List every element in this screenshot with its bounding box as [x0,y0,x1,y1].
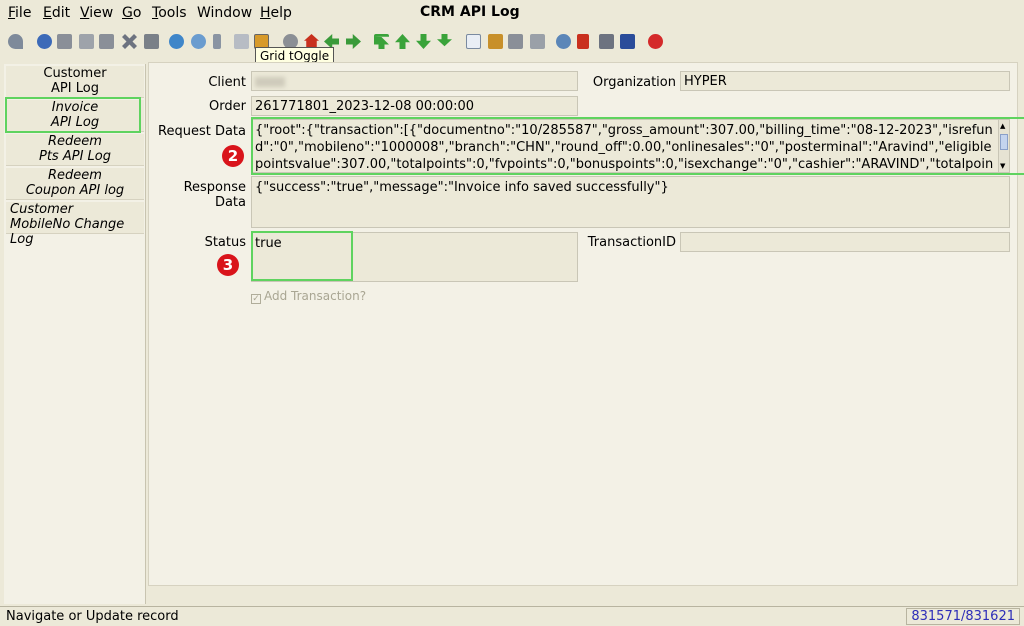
workflow-icon[interactable] [577,34,589,49]
organization-field[interactable]: HYPER [680,71,1010,91]
copy-record-icon[interactable] [79,34,94,49]
print-icon[interactable] [530,34,545,49]
response-data-textarea[interactable]: {"success":"true","message":"Invoice inf… [251,176,1010,228]
report-icon[interactable] [466,34,481,49]
archive-icon[interactable] [488,34,503,49]
menu-edit[interactable]: Edit [43,5,70,21]
client-value-redacted [255,77,285,87]
close-icon[interactable] [648,34,663,49]
nav-redeem-pts-api-log[interactable]: Redeem Pts API Log [6,134,144,166]
product-icon[interactable] [599,34,614,49]
help-icon[interactable] [37,34,52,49]
first-record-icon[interactable] [374,34,389,49]
menu-file[interactable]: File [8,5,31,21]
client-label: Client [208,75,246,90]
delete-selection-icon[interactable] [122,34,137,49]
left-navigation: Customer API Log Invoice API Log Redeem … [4,64,146,604]
record-count: 831571/831621 [906,608,1020,625]
nav-label: API Log [51,81,99,96]
nav-customer-mobileno-change-log[interactable]: Customer MobileNo Change Log [6,202,144,247]
nav-label: Redeem [48,168,102,183]
menu-view[interactable]: View [80,5,113,21]
transaction-id-label: TransactionID [587,235,676,250]
transaction-id-field[interactable] [680,232,1010,252]
status-message: Navigate or Update record [6,609,179,624]
chat-icon[interactable] [234,34,249,49]
nav-redeem-coupon-api-log[interactable]: Redeem Coupon API log [6,168,144,200]
menu-help[interactable]: Help [260,5,292,21]
status-bar: Navigate or Update record 831571/831621 [0,606,1024,626]
save-icon[interactable] [144,34,159,49]
menu-go[interactable]: Go [122,5,141,21]
highlight-box-status [251,231,353,281]
status-label: Status [204,235,246,250]
nav-label: Pts API Log [39,149,111,164]
attachment-icon[interactable] [213,34,221,49]
last-record-icon[interactable] [437,34,452,47]
response-data-label: Response Data [183,180,246,210]
organization-label: Organization [592,75,676,90]
annotation-badge-2: 2 [222,145,244,167]
find-icon[interactable] [191,34,206,49]
window-title: CRM API Log [420,4,520,20]
menubar: File Edit View Go Tools Window Help CRM … [0,0,1024,26]
menu-window[interactable]: Window [197,5,252,21]
print-preview-icon[interactable] [508,34,523,49]
request-data-label: Request Data [158,124,246,139]
annotation-badge-3: 3 [217,254,239,276]
add-transaction-checkbox[interactable]: ✓ Add Transaction? [251,289,366,304]
order-field[interactable]: 261771801_2023-12-08 00:00:00 [251,96,578,116]
menu-tools[interactable]: Tools [152,5,187,21]
next-record-icon[interactable] [416,34,431,49]
zoom-icon[interactable] [556,34,571,49]
order-label: Order [209,99,246,114]
save-as-icon[interactable] [620,34,635,49]
checkbox-check-icon: ✓ [251,294,261,304]
previous-record-icon[interactable] [395,34,410,49]
undo-icon[interactable] [8,34,23,49]
highlight-box-request [251,117,1024,175]
nav-label: Customer [10,202,74,217]
new-record-icon[interactable] [57,34,72,49]
client-field[interactable] [251,71,578,91]
highlight-box-invoice [5,97,141,133]
forward-icon[interactable] [346,34,361,49]
refresh-icon[interactable] [169,34,184,49]
nav-label: Coupon API log [25,183,125,198]
nav-customer-api-log[interactable]: Customer API Log [6,66,144,98]
toolbar [0,28,1024,56]
add-transaction-label: Add Transaction? [264,289,367,303]
nav-label: Customer [43,66,107,81]
nav-label: Redeem [48,134,102,149]
nav-label: MobileNo Change Log [10,217,125,247]
delete-record-icon[interactable] [99,34,114,49]
